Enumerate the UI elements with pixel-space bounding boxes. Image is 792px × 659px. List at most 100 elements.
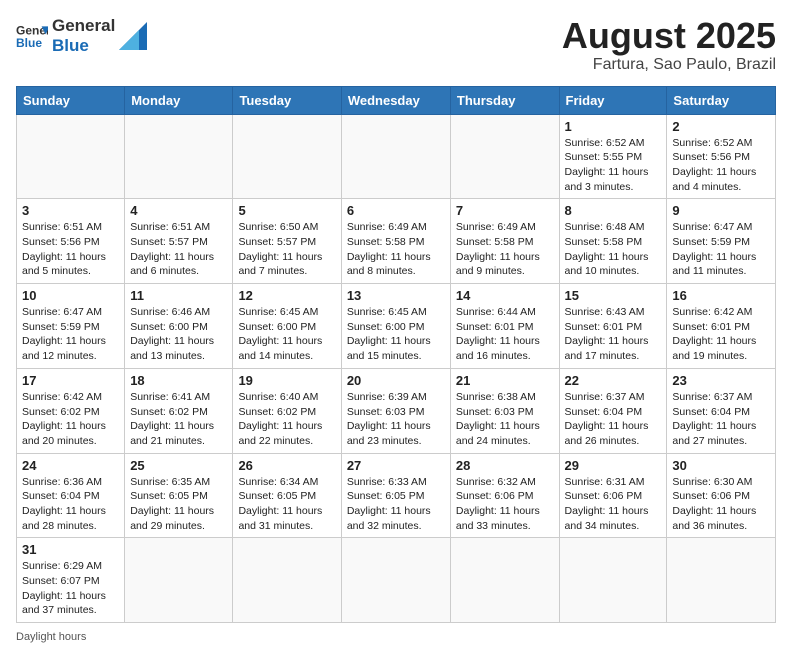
day-number: 24 [22,458,119,473]
day-number: 16 [672,288,770,303]
day-number: 6 [347,203,445,218]
day-number: 4 [130,203,227,218]
day-number: 21 [456,373,554,388]
calendar-cell: 25 Sunrise: 6:35 AM Sunset: 6:05 PM Dayli… [125,453,233,538]
calendar-cell: 28Sunrise: 6:32 AM Sunset: 6:06 PM Dayli… [450,453,559,538]
calendar-cell: 6 Sunrise: 6:49 AM Sunset: 5:58 PM Daylig… [341,199,450,284]
calendar-cell: 29 Sunrise: 6:31 AM Sunset: 6:06 PM Dayli… [559,453,667,538]
day-info: Sunrise: 6:48 AM Sunset: 5:58 PM Dayligh… [565,220,662,279]
day-number: 22 [565,373,662,388]
page-header: General Blue General Blue August 2025 Fa… [16,16,776,74]
day-number: 1 [565,119,662,134]
day-info: Sunrise: 6:31 AM Sunset: 6:06 PM Dayligh… [565,475,662,534]
calendar-cell [341,538,450,623]
calendar-cell: 1 Sunrise: 6:52 AM Sunset: 5:55 PM Daylig… [559,114,667,199]
day-number: 25 [130,458,227,473]
day-number: 2 [672,119,770,134]
logo-icon: General Blue [16,20,48,52]
weekday-header-sunday: Sunday [17,86,125,114]
day-number: 14 [456,288,554,303]
day-info: Sunrise: 6:40 AM Sunset: 6:02 PM Dayligh… [238,390,335,449]
logo-blue-text: Blue [52,36,115,56]
calendar-cell: 30 Sunrise: 6:30 AM Sunset: 6:06 PM Dayli… [667,453,776,538]
day-info: Sunrise: 6:37 AM Sunset: 6:04 PM Dayligh… [565,390,662,449]
calendar-cell: 14 Sunrise: 6:44 AM Sunset: 6:01 PM Dayli… [450,284,559,369]
day-info: Sunrise: 6:42 AM Sunset: 6:01 PM Dayligh… [672,305,770,364]
day-number: 13 [347,288,445,303]
calendar-week-row: 10Sunrise: 6:47 AM Sunset: 5:59 PM Dayli… [17,284,776,369]
day-number: 12 [238,288,335,303]
calendar-cell [125,114,233,199]
logo-general-text: General [52,16,115,36]
day-info: Sunrise: 6:45 AM Sunset: 6:00 PM Dayligh… [238,305,335,364]
day-info: Sunrise: 6:49 AM Sunset: 5:58 PM Dayligh… [347,220,445,279]
day-info: Sunrise: 6:29 AM Sunset: 6:07 PM Dayligh… [22,559,119,618]
day-info: Sunrise: 6:37 AM Sunset: 6:04 PM Dayligh… [672,390,770,449]
calendar-cell [559,538,667,623]
day-info: Sunrise: 6:34 AM Sunset: 6:05 PM Dayligh… [238,475,335,534]
day-info: Sunrise: 6:49 AM Sunset: 5:58 PM Dayligh… [456,220,554,279]
day-info: Sunrise: 6:51 AM Sunset: 5:56 PM Dayligh… [22,220,119,279]
day-info: Sunrise: 6:42 AM Sunset: 6:02 PM Dayligh… [22,390,119,449]
day-info: Sunrise: 6:44 AM Sunset: 6:01 PM Dayligh… [456,305,554,364]
calendar-cell: 4 Sunrise: 6:51 AM Sunset: 5:57 PM Daylig… [125,199,233,284]
day-number: 8 [565,203,662,218]
calendar-cell: 10Sunrise: 6:47 AM Sunset: 5:59 PM Dayli… [17,284,125,369]
day-info: Sunrise: 6:32 AM Sunset: 6:06 PM Dayligh… [456,475,554,534]
footer-note: Daylight hours [16,631,776,643]
day-number: 27 [347,458,445,473]
day-info: Sunrise: 6:36 AM Sunset: 6:04 PM Dayligh… [22,475,119,534]
calendar-cell: 13 Sunrise: 6:45 AM Sunset: 6:00 PM Dayli… [341,284,450,369]
calendar-week-row: 3 Sunrise: 6:51 AM Sunset: 5:56 PM Daylig… [17,199,776,284]
day-info: Sunrise: 6:47 AM Sunset: 5:59 PM Dayligh… [22,305,119,364]
weekday-header-saturday: Saturday [667,86,776,114]
title-block: August 2025 Fartura, Sao Paulo, Brazil [562,16,776,74]
day-info: Sunrise: 6:45 AM Sunset: 6:00 PM Dayligh… [347,305,445,364]
day-info: Sunrise: 6:30 AM Sunset: 6:06 PM Dayligh… [672,475,770,534]
calendar-cell [17,114,125,199]
day-number: 26 [238,458,335,473]
weekday-header-friday: Friday [559,86,667,114]
calendar-title: August 2025 [562,16,776,56]
calendar-cell: 2Sunrise: 6:52 AM Sunset: 5:56 PM Daylig… [667,114,776,199]
calendar-cell [667,538,776,623]
calendar-cell [233,538,341,623]
calendar-week-row: 31Sunrise: 6:29 AM Sunset: 6:07 PM Dayli… [17,538,776,623]
day-info: Sunrise: 6:33 AM Sunset: 6:05 PM Dayligh… [347,475,445,534]
day-number: 11 [130,288,227,303]
calendar-cell: 22 Sunrise: 6:37 AM Sunset: 6:04 PM Dayli… [559,368,667,453]
day-info: Sunrise: 6:52 AM Sunset: 5:55 PM Dayligh… [565,136,662,195]
day-number: 29 [565,458,662,473]
day-number: 5 [238,203,335,218]
day-number: 7 [456,203,554,218]
calendar-table: SundayMondayTuesdayWednesdayThursdayFrid… [16,86,776,624]
calendar-cell: 9Sunrise: 6:47 AM Sunset: 5:59 PM Daylig… [667,199,776,284]
calendar-cell: 24 Sunrise: 6:36 AM Sunset: 6:04 PM Dayli… [17,453,125,538]
svg-text:Blue: Blue [16,37,42,51]
calendar-subtitle: Fartura, Sao Paulo, Brazil [562,56,776,74]
calendar-week-row: 17 Sunrise: 6:42 AM Sunset: 6:02 PM Dayli… [17,368,776,453]
day-number: 30 [672,458,770,473]
calendar-week-row: 24 Sunrise: 6:36 AM Sunset: 6:04 PM Dayli… [17,453,776,538]
calendar-cell: 27 Sunrise: 6:33 AM Sunset: 6:05 PM Dayli… [341,453,450,538]
weekday-header-row: SundayMondayTuesdayWednesdayThursdayFrid… [17,86,776,114]
day-info: Sunrise: 6:39 AM Sunset: 6:03 PM Dayligh… [347,390,445,449]
day-info: Sunrise: 6:35 AM Sunset: 6:05 PM Dayligh… [130,475,227,534]
calendar-cell: 26 Sunrise: 6:34 AM Sunset: 6:05 PM Dayli… [233,453,341,538]
day-number: 9 [672,203,770,218]
calendar-cell: 11Sunrise: 6:46 AM Sunset: 6:00 PM Dayli… [125,284,233,369]
weekday-header-monday: Monday [125,86,233,114]
svg-text:General: General [16,24,48,38]
calendar-cell: 12 Sunrise: 6:45 AM Sunset: 6:00 PM Dayli… [233,284,341,369]
calendar-cell: 23Sunrise: 6:37 AM Sunset: 6:04 PM Dayli… [667,368,776,453]
calendar-cell: 21Sunrise: 6:38 AM Sunset: 6:03 PM Dayli… [450,368,559,453]
logo: General Blue General Blue [16,16,147,57]
calendar-cell [233,114,341,199]
day-number: 3 [22,203,119,218]
day-info: Sunrise: 6:51 AM Sunset: 5:57 PM Dayligh… [130,220,227,279]
calendar-cell: 19Sunrise: 6:40 AM Sunset: 6:02 PM Dayli… [233,368,341,453]
calendar-cell: 18Sunrise: 6:41 AM Sunset: 6:02 PM Dayli… [125,368,233,453]
day-number: 17 [22,373,119,388]
calendar-cell [341,114,450,199]
calendar-cell: 5Sunrise: 6:50 AM Sunset: 5:57 PM Daylig… [233,199,341,284]
